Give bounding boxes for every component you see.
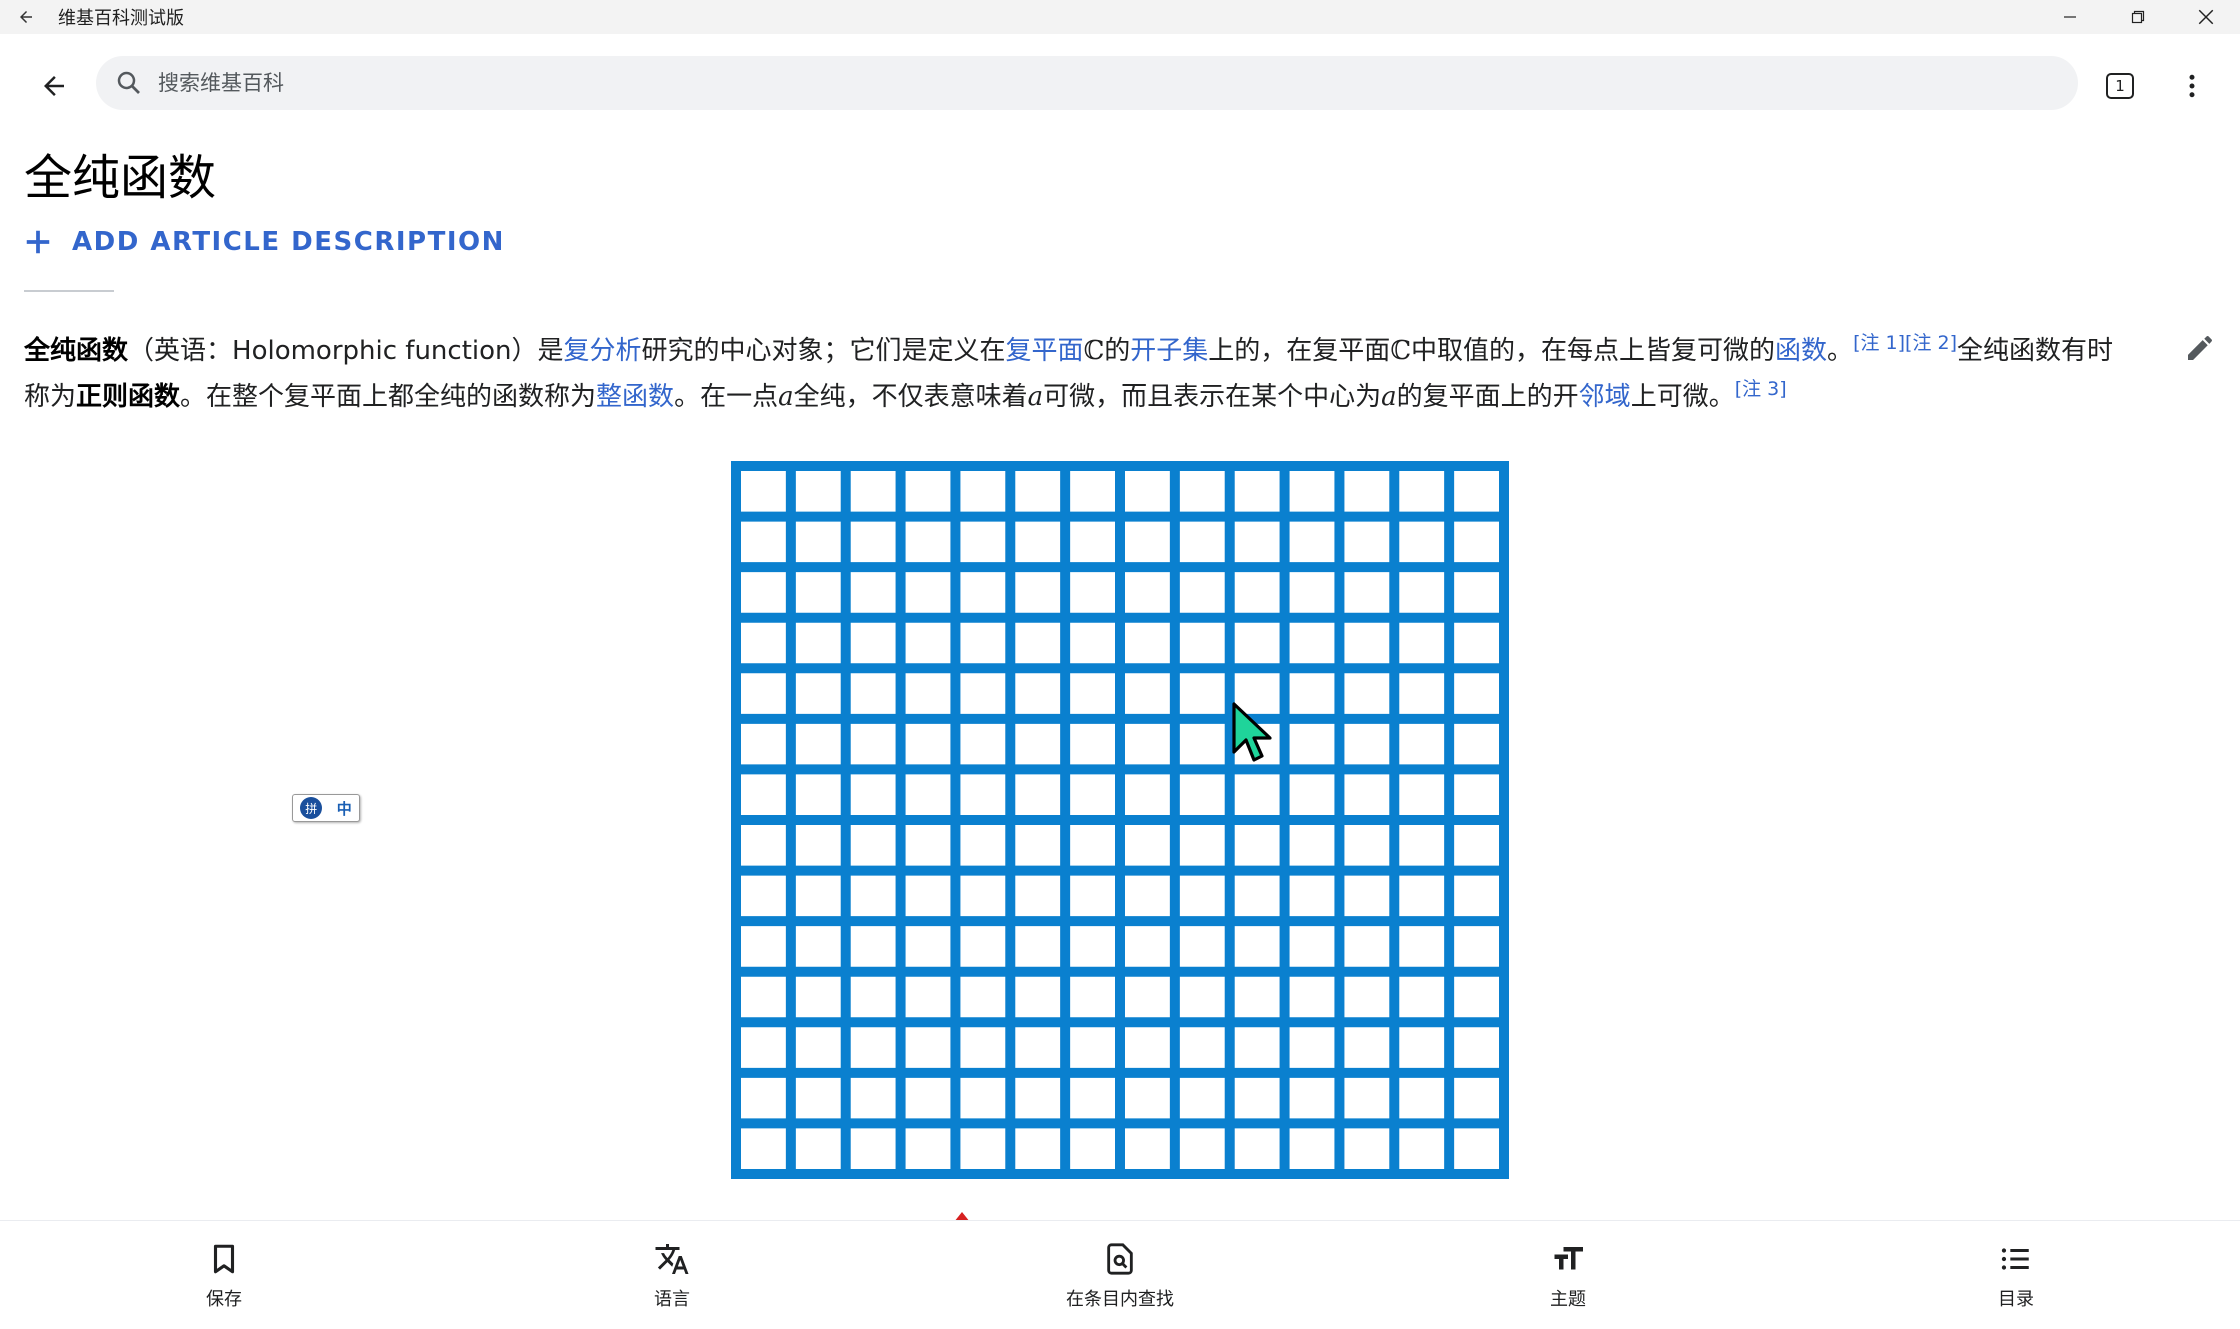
search-input[interactable]	[156, 70, 1960, 96]
text-run: 。在整个复平面上都全纯的函数称为	[180, 382, 597, 412]
tabs-count: 1	[2106, 73, 2134, 99]
add-description-label: ADD ARTICLE DESCRIPTION	[72, 227, 505, 257]
back-button[interactable]	[28, 60, 80, 112]
footnote-refs: [注 1][注 2]	[1853, 332, 1957, 354]
contents-button[interactable]: 目录	[1916, 1221, 2116, 1329]
text-run: 全纯，不仅表意味着	[793, 382, 1028, 412]
link-neighborhood[interactable]: 邻域	[1579, 382, 1631, 412]
link-complex-analysis[interactable]: 复分析	[564, 336, 642, 366]
language-button[interactable]: 语言	[572, 1221, 772, 1329]
link-complex-plane[interactable]: 复平面	[1006, 336, 1084, 366]
save-label: 保存	[206, 1289, 242, 1310]
restore-button[interactable]	[2104, 0, 2172, 34]
arrow-left-icon	[20, 11, 32, 23]
math-var-a: a	[778, 382, 794, 412]
footnote-note-1[interactable]: [注 1]	[1853, 332, 1905, 354]
theme-label: 主题	[1550, 1289, 1586, 1310]
math-var-a: a	[1027, 382, 1044, 412]
app-toolbar: 1	[0, 34, 2240, 130]
text-run: （英语：Holomorphic function）是	[128, 336, 564, 366]
list-icon	[1996, 1239, 2036, 1279]
bottom-action-bar: 保存 语言 在条目内查找 主题 目录	[0, 1220, 2240, 1329]
pencil-icon	[2188, 336, 2212, 360]
ime-logo-icon: 拼	[300, 797, 323, 819]
window-controls	[2036, 0, 2240, 34]
arrow-left-icon	[44, 76, 64, 96]
link-function[interactable]: 函数	[1775, 336, 1827, 366]
language-label: 语言	[654, 1289, 690, 1310]
math-complex-set: ℂ	[1390, 336, 1412, 366]
grid-figure[interactable]	[730, 460, 1510, 1180]
minimize-button[interactable]	[2036, 0, 2104, 34]
plus-icon	[22, 226, 54, 258]
more-vert-icon	[2189, 74, 2195, 98]
footnote-refs: [注 3]	[1735, 378, 1787, 400]
page-title: 全纯函数	[24, 150, 217, 206]
lead-paragraph: 全纯函数（英语：Holomorphic function）是复分析研究的中心对象…	[24, 328, 2114, 420]
text-size-icon	[1548, 1239, 1588, 1279]
more-options-button[interactable]	[2168, 62, 2216, 110]
translate-icon	[652, 1239, 692, 1279]
bookmark-icon	[204, 1239, 244, 1279]
close-button[interactable]	[2172, 0, 2240, 34]
footnote-note-2[interactable]: [注 2]	[1905, 332, 1957, 354]
ime-indicator[interactable]: 拼 中	[292, 794, 360, 822]
edit-section-button[interactable]	[2180, 328, 2220, 368]
term-bold: 正则函数	[76, 382, 181, 412]
theme-button[interactable]: 主题	[1468, 1221, 1668, 1329]
link-open-set[interactable]: 开子集	[1130, 336, 1208, 366]
text-run: 研究的中心对象；它们是定义在	[641, 336, 1006, 366]
term-bold: 全纯函数	[24, 336, 129, 366]
link-entire-function[interactable]: 整函数	[596, 382, 674, 412]
text-run: 。在一点	[674, 382, 779, 412]
text-run: 上可微。	[1630, 382, 1735, 412]
ime-mode: 中	[336, 799, 352, 818]
math-complex-set: ℂ	[1083, 336, 1105, 366]
footnote-note-3[interactable]: [注 3]	[1735, 378, 1787, 400]
math-var-a: a	[1381, 382, 1397, 412]
save-button[interactable]: 保存	[124, 1221, 324, 1329]
find-in-article-label: 在条目内查找	[1066, 1289, 1174, 1310]
text-run: 上的，在复平面	[1208, 336, 1391, 366]
window-titlebar: 维基百科测试版	[0, 0, 2240, 34]
text-run: 的	[1104, 336, 1131, 366]
add-description-button[interactable]: ADD ARTICLE DESCRIPTION	[22, 222, 505, 262]
text-run: 可微，而且表示在某个中心为	[1043, 382, 1382, 412]
tabs-button[interactable]: 1	[2096, 62, 2144, 110]
search-icon	[112, 66, 146, 100]
find-in-article-button[interactable]: 在条目内查找	[1020, 1221, 1220, 1329]
close-icon	[2198, 9, 2214, 25]
text-run: 中取值的，在每点上皆复可微的	[1411, 336, 1776, 366]
text-run: 。	[1827, 336, 1854, 366]
window-back-button[interactable]	[0, 0, 52, 34]
restore-icon	[2131, 10, 2145, 24]
find-in-page-icon	[1100, 1239, 1140, 1279]
contents-label: 目录	[1998, 1289, 2034, 1310]
window-title: 维基百科测试版	[58, 8, 184, 29]
text-run: 的复平面上的开	[1396, 382, 1579, 412]
mouse-cursor	[1232, 702, 1272, 762]
search-bar[interactable]	[96, 56, 2078, 110]
minimize-icon	[2064, 16, 2076, 18]
title-divider	[24, 290, 114, 292]
